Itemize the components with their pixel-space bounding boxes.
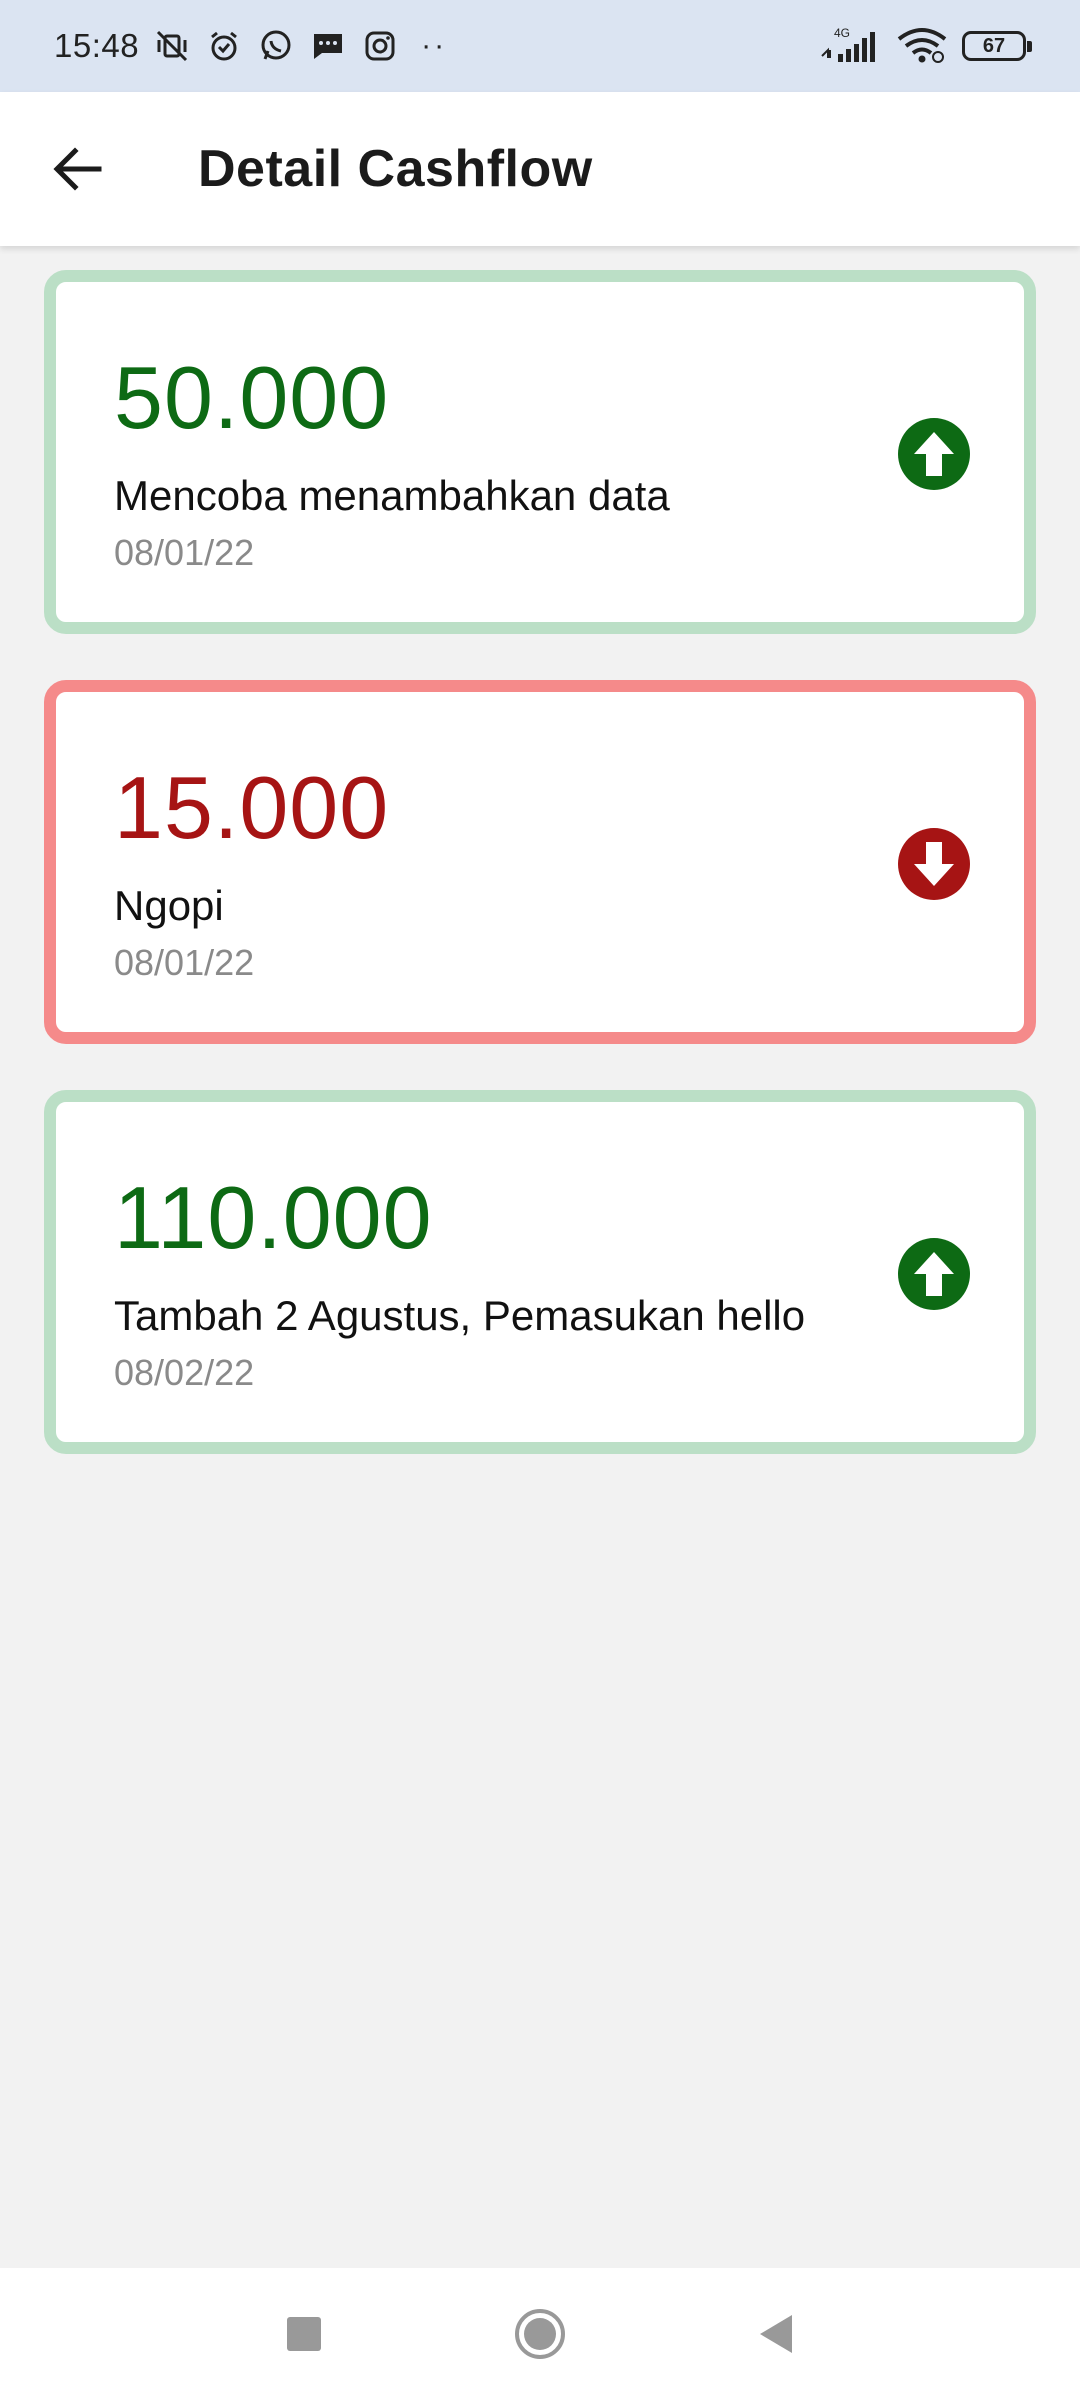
triangle-back-icon xyxy=(760,2315,792,2353)
circle-icon xyxy=(515,2309,565,2359)
status-time: 15:48 xyxy=(54,27,140,64)
page-title: Detail Cashflow xyxy=(198,140,593,198)
alarm-icon xyxy=(205,27,243,65)
vibrate-off-icon xyxy=(153,27,191,65)
cashflow-description: Mencoba menambahkan data xyxy=(114,472,670,519)
cashflow-date: 08/02/22 xyxy=(114,1352,255,1393)
app-bar: Detail Cashflow xyxy=(0,92,1080,246)
cashflow-amount: 50.000 xyxy=(114,348,390,447)
back-button[interactable] xyxy=(38,129,118,209)
cashflow-card[interactable]: 110.000 Tambah 2 Agustus, Pemasukan hell… xyxy=(44,1090,1036,1454)
arrow-left-icon xyxy=(53,147,102,191)
back-nav-button[interactable] xyxy=(746,2304,806,2364)
recents-button[interactable] xyxy=(274,2304,334,2364)
network-type: 4G xyxy=(834,26,850,40)
status-right: 4G 67 xyxy=(818,26,1032,66)
system-nav-bar xyxy=(0,2268,1080,2400)
status-bar: 15:48 ·· 4G 67 xyxy=(0,0,1080,92)
cashflow-card[interactable]: 15.000 Ngopi 08/01/22 xyxy=(44,680,1036,1044)
home-button[interactable] xyxy=(510,2304,570,2364)
cashflow-list: 50.000 Mencoba menambahkan data 08/01/22… xyxy=(44,270,1036,1500)
battery-icon: 67 xyxy=(962,31,1032,61)
more-notifications-icon: ·· xyxy=(421,29,448,62)
message-icon xyxy=(309,27,347,65)
arrow-down-circle-icon xyxy=(898,828,970,900)
cashflow-amount: 15.000 xyxy=(114,758,390,857)
battery-level: 67 xyxy=(982,34,1006,57)
cashflow-description: Tambah 2 Agustus, Pemasukan hello xyxy=(114,1292,806,1339)
arrow-up-circle-icon xyxy=(898,1238,970,1310)
whatsapp-icon xyxy=(257,27,295,65)
instagram-icon xyxy=(361,27,399,65)
wifi-icon xyxy=(896,27,948,65)
cashflow-date: 08/01/22 xyxy=(114,532,255,573)
cashflow-card[interactable]: 50.000 Mencoba menambahkan data 08/01/22 xyxy=(44,270,1036,634)
status-left: 15:48 ·· xyxy=(54,27,447,65)
cashflow-amount: 110.000 xyxy=(114,1168,433,1267)
cashflow-description: Ngopi xyxy=(114,882,224,929)
cell-signal-icon: 4G xyxy=(818,26,882,66)
square-icon xyxy=(287,2317,321,2351)
cashflow-date: 08/01/22 xyxy=(114,942,255,983)
arrow-up-circle-icon xyxy=(898,418,970,490)
